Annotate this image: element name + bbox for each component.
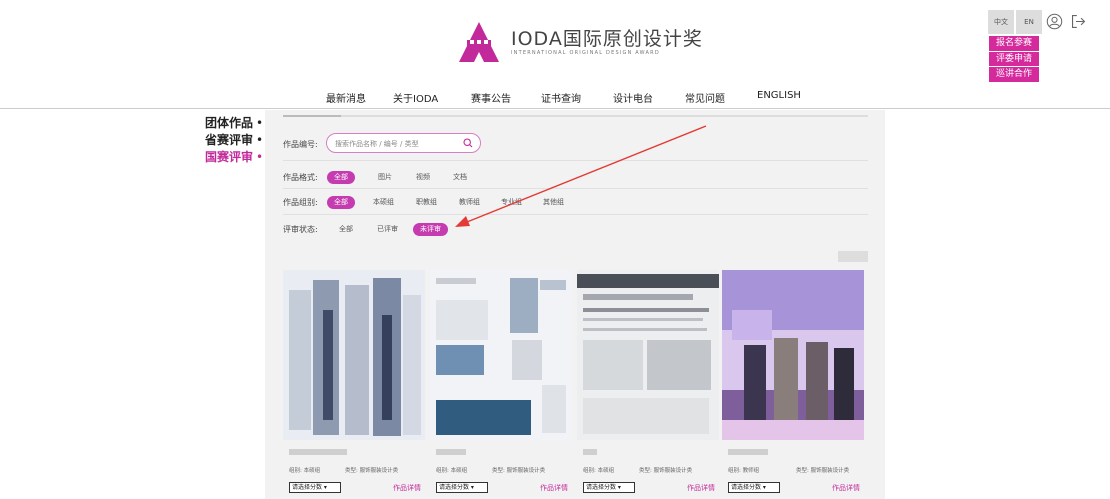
score-select[interactable]: 请选择分数 ▾ bbox=[436, 482, 488, 493]
work-group: 组别: 教师组 bbox=[728, 468, 760, 474]
nav-item-announcements[interactable]: 赛事公告 bbox=[471, 90, 511, 105]
sort-control[interactable] bbox=[838, 251, 868, 262]
score-select[interactable]: 请选择分数 ▾ bbox=[289, 482, 341, 493]
filter-divider bbox=[283, 214, 868, 215]
nav-item-radio[interactable]: 设计电台 bbox=[613, 90, 653, 105]
register-button[interactable]: 报名参赛 bbox=[989, 36, 1039, 51]
header-divider bbox=[0, 108, 1110, 109]
work-detail-link[interactable]: 作品详情 bbox=[832, 483, 860, 493]
group-label: 作品组别: bbox=[283, 198, 318, 207]
logo-title: IODA国际原创设计奖 bbox=[511, 27, 703, 50]
work-type: 类型: 服饰服装设计类 bbox=[796, 468, 850, 474]
search-input[interactable]: 搜索作品名称 / 编号 / 类型 bbox=[326, 133, 481, 153]
work-type: 类型: 服饰服装设计类 bbox=[345, 468, 399, 474]
filter-divider bbox=[283, 188, 868, 189]
work-card: 组别: 本硕组 类型: 服饰服装设计类 请选择分数 ▾ 作品详情 bbox=[577, 270, 719, 499]
nav-item-english[interactable]: ENGLISH bbox=[757, 90, 801, 101]
score-select[interactable]: 请选择分数 ▾ bbox=[728, 482, 780, 493]
main-nav: 最新消息 关于IODA 赛事公告 证书查询 设计电台 常见问题 ENGLISH bbox=[0, 90, 1110, 105]
logout-icon[interactable] bbox=[1070, 13, 1087, 30]
filter-divider bbox=[283, 160, 868, 161]
group-option-other[interactable]: 其他组 bbox=[543, 196, 564, 209]
work-thumbnail[interactable] bbox=[577, 270, 719, 440]
work-detail-link[interactable]: 作品详情 bbox=[393, 483, 421, 493]
side-menu: 团体作品 • 省赛评审 • 国赛评审 • bbox=[205, 115, 263, 166]
work-type: 类型: 服饰服装设计类 bbox=[492, 468, 546, 474]
nav-item-certificate[interactable]: 证书查询 bbox=[541, 90, 581, 105]
side-menu-item-provincial[interactable]: 省赛评审 • bbox=[205, 132, 263, 149]
group-option-professional[interactable]: 专业组 bbox=[501, 196, 522, 209]
ioda-logo-icon bbox=[459, 22, 499, 62]
work-group: 组别: 本硕组 bbox=[583, 468, 615, 474]
ioda-logo[interactable]: IODA国际原创设计奖 INTERNATIONAL ORIGINAL DESIG… bbox=[457, 20, 703, 64]
status-option-unreviewed[interactable]: 未评审 bbox=[413, 223, 448, 236]
lang-en-button[interactable]: EN bbox=[1016, 10, 1042, 34]
work-title-placeholder bbox=[583, 449, 597, 455]
score-select[interactable]: 请选择分数 ▾ bbox=[583, 482, 635, 493]
work-type: 类型: 服饰服装设计类 bbox=[639, 468, 693, 474]
header-actions: 报名参赛 评委申请 巡讲合作 bbox=[989, 36, 1039, 83]
judge-apply-button[interactable]: 评委申请 bbox=[989, 51, 1039, 66]
work-group: 组别: 本硕组 bbox=[289, 468, 321, 474]
nav-item-news[interactable]: 最新消息 bbox=[326, 90, 366, 105]
tour-cooperation-button[interactable]: 巡讲合作 bbox=[989, 67, 1039, 82]
work-card: 组别: 教师组 类型: 服饰服装设计类 请选择分数 ▾ 作品详情 bbox=[722, 270, 864, 499]
panel-top-bar-indicator bbox=[283, 115, 341, 117]
work-card: 组别: 本硕组 类型: 服饰服装设计类 请选择分数 ▾ 作品详情 bbox=[283, 270, 425, 499]
format-option-all[interactable]: 全部 bbox=[327, 171, 355, 184]
panel-top-bar bbox=[283, 115, 868, 117]
side-menu-item-team[interactable]: 团体作品 • bbox=[205, 115, 263, 132]
side-menu-item-national[interactable]: 国赛评审 • bbox=[205, 149, 263, 166]
work-title-placeholder bbox=[289, 449, 347, 455]
work-title-placeholder bbox=[436, 449, 466, 455]
status-option-reviewed[interactable]: 已评审 bbox=[377, 223, 398, 236]
work-thumbnail[interactable] bbox=[722, 270, 864, 440]
status-label: 评审状态: bbox=[283, 225, 318, 234]
group-option-vocational[interactable]: 职教组 bbox=[416, 196, 437, 209]
work-no-label: 作品编号: bbox=[283, 140, 318, 149]
user-icon[interactable] bbox=[1046, 13, 1063, 30]
format-option-document[interactable]: 文档 bbox=[453, 171, 467, 184]
format-option-video[interactable]: 视频 bbox=[416, 171, 430, 184]
lang-cn-button[interactable]: 中文 bbox=[988, 10, 1014, 34]
format-label: 作品格式: bbox=[283, 173, 318, 182]
work-card: 组别: 本硕组 类型: 服饰服装设计类 请选择分数 ▾ 作品详情 bbox=[430, 270, 572, 499]
work-detail-link[interactable]: 作品详情 bbox=[687, 483, 715, 493]
group-option-all[interactable]: 全部 bbox=[327, 196, 355, 209]
nav-item-about[interactable]: 关于IODA bbox=[393, 90, 438, 105]
work-thumbnail[interactable] bbox=[283, 270, 425, 440]
work-thumbnail[interactable] bbox=[430, 270, 572, 440]
group-option-teacher[interactable]: 教师组 bbox=[459, 196, 480, 209]
work-detail-link[interactable]: 作品详情 bbox=[540, 483, 568, 493]
nav-item-faq[interactable]: 常见问题 bbox=[685, 90, 725, 105]
search-placeholder: 搜索作品名称 / 编号 / 类型 bbox=[335, 140, 419, 148]
status-option-all[interactable]: 全部 bbox=[339, 223, 353, 236]
search-icon[interactable] bbox=[463, 138, 473, 148]
group-option-undergrad[interactable]: 本硕组 bbox=[373, 196, 394, 209]
logo-subtitle: INTERNATIONAL ORIGINAL DESIGN AWARD bbox=[511, 49, 660, 56]
format-option-image[interactable]: 图片 bbox=[378, 171, 392, 184]
work-title-placeholder bbox=[728, 449, 768, 455]
work-group: 组别: 本硕组 bbox=[436, 468, 468, 474]
